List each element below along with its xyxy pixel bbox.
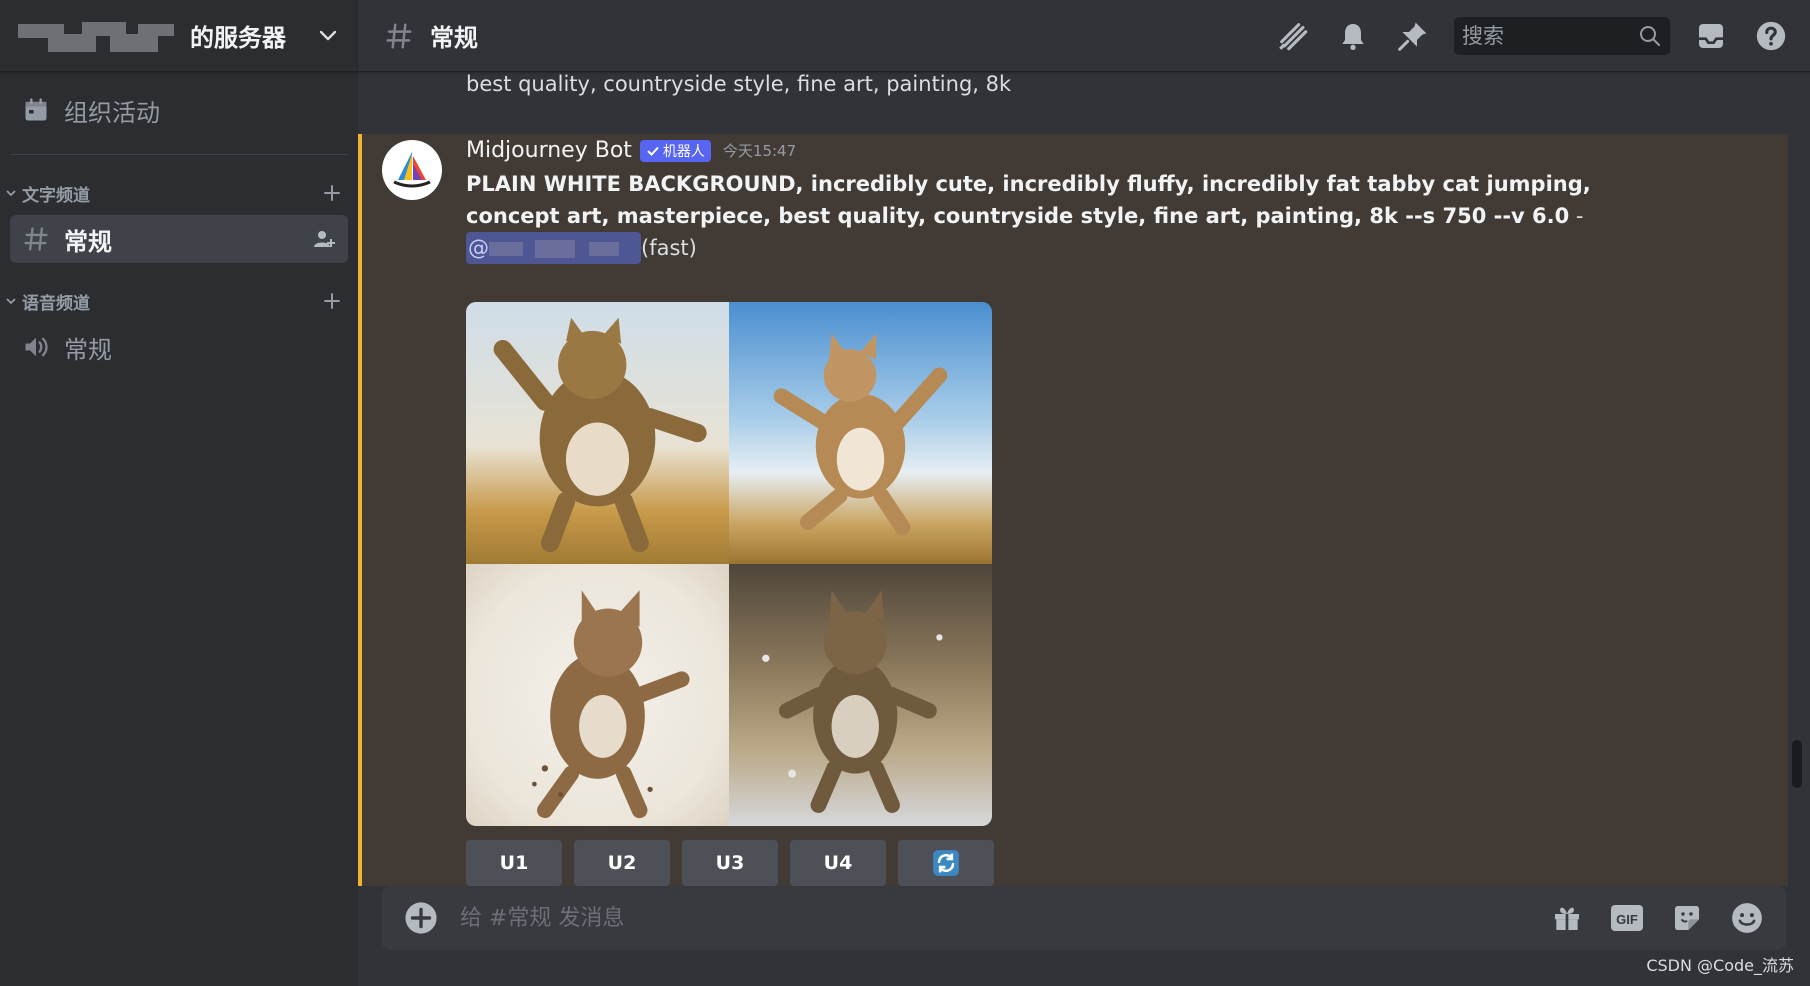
sticker-icon[interactable] [1670,901,1704,935]
channel-label: 常规 [64,227,112,256]
message-list: best quality, countryside style, fine ar… [358,72,1810,886]
bot-badge-label: 机器人 [662,143,705,160]
sidebar-item-events[interactable]: 组织活动 [10,84,348,136]
server-name: 的服务器 [190,24,286,52]
chevron-down-icon [6,190,16,197]
prompt-text: PLAIN WHITE BACKGROUND, incredibly cute,… [466,172,1591,228]
calendar-icon [25,98,47,121]
add-channel-icon[interactable] [322,291,342,311]
hashtag-icon [24,227,48,251]
upscale-button-2[interactable]: U2 [574,840,670,886]
reroll-button[interactable] [898,840,994,886]
cat-illustration-icon [773,333,948,536]
channel-label: 常规 [64,335,112,364]
channel-header: 常规 [358,0,1810,72]
grid-image-2[interactable] [729,302,992,564]
invite-member-icon[interactable] [312,227,336,251]
cat-illustration-icon [762,590,943,813]
image-grid[interactable] [466,302,992,826]
message-header: Midjourney Bot 机器人 今天15:47 [466,138,796,163]
check-icon [647,146,659,156]
sailboat-logo-icon [393,152,431,188]
sidebar-item-general-voice[interactable]: 常规 [10,323,348,371]
search-box[interactable] [1454,16,1670,55]
category-voice-channels[interactable]: 语音频道 [0,287,358,315]
server-name-wrap: 的服务器 [18,18,316,53]
scrollbar-thumb[interactable] [1792,740,1802,788]
refresh-icon [933,850,959,876]
redacted-server-name [18,20,186,52]
redacted-username [489,238,639,260]
upscale-button-4[interactable]: U4 [790,840,886,886]
inbox-icon[interactable] [1692,17,1730,55]
gif-icon[interactable]: GIF [1610,901,1644,935]
previous-message-text: best quality, countryside style, fine ar… [466,72,1012,96]
chevron-down-icon [6,298,16,305]
grid-image-3[interactable] [466,564,729,826]
channel-title: 常规 [430,24,478,52]
hashtag-icon [386,23,412,48]
sidebar-item-general-text[interactable]: 常规 [10,215,348,263]
avatar[interactable] [382,140,442,200]
attach-plus-icon[interactable] [404,901,438,935]
bot-message: Midjourney Bot 机器人 今天15:47 PLAIN WHITE B… [358,134,1788,886]
threads-icon[interactable] [1274,17,1312,55]
message-input[interactable] [460,905,1524,931]
gift-icon[interactable] [1550,901,1584,935]
mention-prefix: @ [468,236,489,260]
add-channel-icon[interactable] [322,183,342,203]
grid-image-4[interactable] [729,564,992,826]
speed-suffix: (fast) [641,236,697,260]
watermark: CSDN @Code_流苏 [1646,956,1794,975]
category-label: 语音频道 [22,293,90,314]
timestamp: 今天15:47 [722,142,797,160]
cat-illustration-icon [532,590,690,819]
speaker-icon [25,337,48,357]
pin-icon[interactable] [1394,17,1432,55]
search-input[interactable] [1462,23,1622,48]
help-icon[interactable] [1752,17,1790,55]
divider [10,154,348,155]
upscale-button-3[interactable]: U3 [682,840,778,886]
message-content: PLAIN WHITE BACKGROUND, incredibly cute,… [466,168,1606,264]
category-label: 文字频道 [22,185,90,206]
sidebar-item-label: 组织活动 [64,98,160,127]
cat-illustration-icon [493,317,707,553]
user-mention[interactable]: @ [466,232,641,264]
bot-badge: 机器人 [639,139,711,162]
chevron-down-icon[interactable] [316,24,340,48]
emoji-icon[interactable] [1730,901,1764,935]
header-toolbar [1252,16,1790,55]
sidebar: 的服务器 组织活动 文字频道 常规 语音频道 常规 [0,0,358,986]
server-header[interactable]: 的服务器 [0,0,358,72]
message-composer: GIF [382,886,1786,950]
grid-image-1[interactable] [466,302,729,564]
separator: - [1569,204,1584,228]
search-icon [1640,25,1660,46]
gif-label: GIF [1616,912,1638,927]
author-name[interactable]: Midjourney Bot [466,138,632,163]
upscale-button-1[interactable]: U1 [466,840,562,886]
upscale-button-row: U1 U2 U3 U4 [466,840,1006,886]
category-text-channels[interactable]: 文字频道 [0,179,358,207]
bell-icon[interactable] [1334,17,1372,55]
